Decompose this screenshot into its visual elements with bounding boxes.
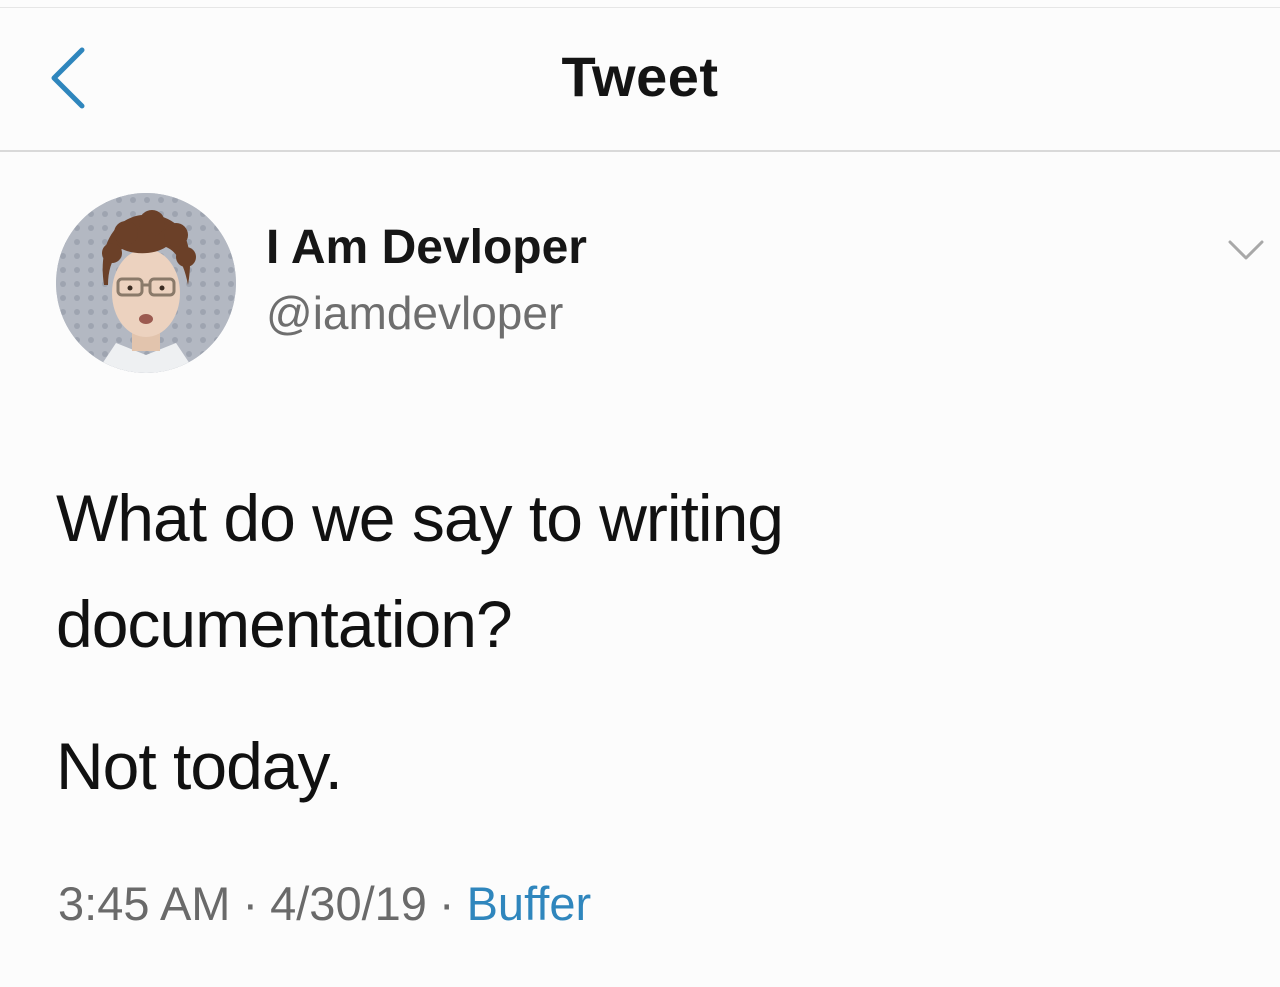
tweet-text: What do we say to writing documentation?…: [56, 465, 1236, 819]
meta-separator: ·: [438, 877, 455, 930]
tweet-text-line: What do we say to writing documentation?: [56, 481, 784, 661]
tweet-text-line: Not today.: [56, 729, 343, 803]
meta-separator: ·: [242, 877, 259, 930]
avatar-photo: [56, 193, 236, 373]
page-title: Tweet: [561, 45, 719, 108]
tweet-screen: Tweet I Am Devloper @iamdevloper What do…: [0, 0, 1280, 987]
tweet-meta: 3:45 AM · 4/30/19 · Buffer: [58, 876, 591, 931]
more-options-button[interactable]: [1222, 230, 1270, 270]
tweet-date: 4/30/19: [270, 877, 427, 930]
user-handle[interactable]: @iamdevloper: [266, 286, 563, 340]
user-display-name[interactable]: I Am Devloper: [266, 220, 587, 275]
nav-header: Tweet: [0, 8, 1280, 152]
avatar[interactable]: [56, 193, 236, 373]
tweet-time: 3:45 AM: [58, 877, 231, 930]
chevron-down-icon: [1228, 240, 1264, 260]
tweet-source-link[interactable]: Buffer: [467, 877, 592, 930]
